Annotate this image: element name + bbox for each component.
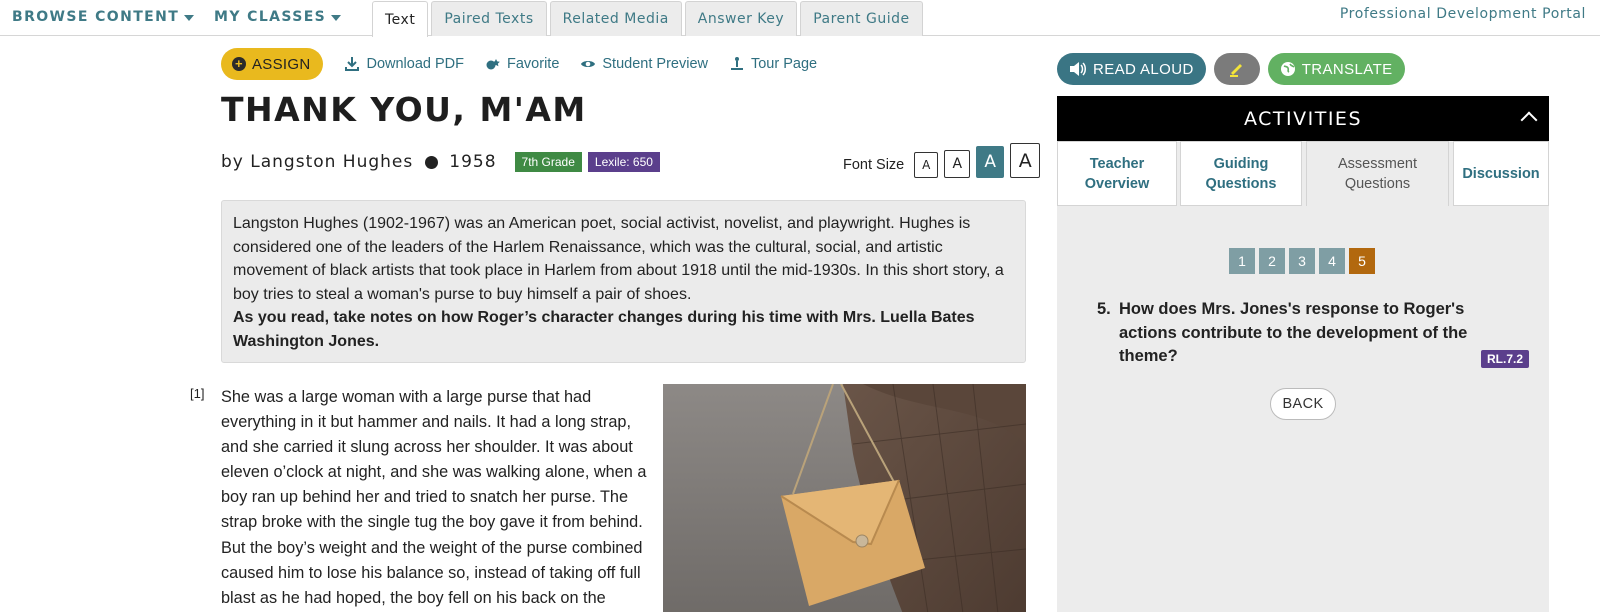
tab-assessment-questions[interactable]: Assessment Questions [1306, 141, 1449, 206]
student-preview-label: Student Preview [602, 56, 708, 72]
font-size-large-button[interactable]: A [976, 145, 1005, 178]
chevron-down-icon [184, 15, 195, 21]
student-preview-link[interactable]: Student Preview [580, 56, 708, 72]
tab-answer-key[interactable]: Answer Key [684, 1, 798, 36]
font-size-control: Font Size A A A A [843, 143, 1041, 178]
back-button[interactable]: BACK [1270, 388, 1336, 420]
my-classes-label: MY CLASSES [214, 9, 327, 25]
tab-teacher-overview[interactable]: Teacher Overview [1057, 141, 1177, 206]
top-navigation: BROWSE CONTENT MY CLASSES Text Paired Te… [0, 0, 1600, 37]
font-size-medium-button[interactable]: A [944, 149, 971, 178]
text-toolbar: + ASSIGN Download PDF Favorite Student P… [221, 48, 817, 80]
question-text: How does Mrs. Jones's response to Roger'… [1119, 300, 1468, 365]
tour-page-label: Tour Page [750, 56, 818, 72]
activities-header[interactable]: ACTIVITIES [1057, 96, 1549, 141]
tab-text[interactable]: Text [372, 1, 429, 37]
my-classes-menu[interactable]: MY CLASSES [214, 9, 342, 25]
separator-dot [425, 155, 439, 169]
tab-related-media[interactable]: Related Media [549, 1, 682, 36]
chevron-up-icon[interactable] [1520, 111, 1538, 129]
tour-page-link[interactable]: Tour Page [729, 56, 817, 72]
question-number: 5. [1097, 300, 1111, 318]
professional-development-link[interactable]: Professional Development Portal [1340, 6, 1586, 22]
purse-photo [663, 384, 1026, 612]
favorite-label: Favorite [507, 56, 560, 72]
author: by Langston Hughes [221, 152, 414, 172]
browse-content-menu[interactable]: BROWSE CONTENT [12, 9, 195, 25]
translate-button[interactable]: TRANSLATE [1267, 53, 1405, 85]
chevron-down-icon [331, 15, 342, 21]
favorite-icon [486, 59, 500, 70]
download-pdf-link[interactable]: Download PDF [344, 56, 464, 72]
reading-tools: READ ALOUD TRANSLATE [1057, 53, 1405, 85]
question-4-button[interactable]: 4 [1319, 248, 1345, 274]
eye-icon [581, 61, 596, 67]
font-size-small-button[interactable]: A [914, 151, 939, 178]
introduction-text: Langston Hughes (1902-1967) was an Ameri… [233, 215, 1004, 303]
byline: by Langston Hughes 1958 7th Grade Lexile… [221, 152, 660, 172]
question-1-button[interactable]: 1 [1229, 248, 1255, 274]
publication-year: 1958 [449, 152, 497, 172]
tab-parent-guide[interactable]: Parent Guide [800, 1, 923, 36]
favorite-link[interactable]: Favorite [485, 56, 559, 72]
plus-icon: + [232, 57, 246, 71]
reading-prompt: As you read, take notes on how Roger’s c… [233, 309, 975, 350]
download-pdf-label: Download PDF [366, 56, 464, 72]
tab-discussion[interactable]: Discussion [1453, 141, 1549, 206]
story-paragraph: She was a large woman with a large purse… [221, 388, 647, 607]
assign-button[interactable]: + ASSIGN [221, 48, 324, 80]
read-aloud-label: READ ALOUD [1093, 60, 1194, 78]
question-3-button[interactable]: 3 [1289, 248, 1315, 274]
speaker-icon [1070, 62, 1086, 76]
assign-label: ASSIGN [252, 55, 311, 73]
download-icon [345, 57, 360, 71]
grade-badge: 7th Grade [514, 152, 582, 172]
highlighter-icon [1229, 64, 1242, 77]
font-size-xlarge-button[interactable]: A [1010, 143, 1041, 178]
question-pagination: 1 2 3 4 5 [1229, 248, 1375, 274]
globe-icon [1280, 62, 1295, 76]
read-aloud-button[interactable]: READ ALOUD [1057, 53, 1206, 85]
tab-guiding-questions[interactable]: Guiding Questions [1180, 141, 1302, 206]
activities-title: ACTIVITIES [1243, 107, 1362, 130]
introduction-box: Langston Hughes (1902-1967) was an Ameri… [221, 200, 1026, 363]
text-title: THANK YOU, M'AM [221, 90, 587, 129]
activity-tabs: Teacher Overview Guiding Questions Asses… [1057, 141, 1549, 206]
purse-illustration [663, 384, 1026, 612]
tour-icon [730, 57, 743, 70]
standard-badge: RL.7.2 [1481, 350, 1530, 368]
assessment-question: 5. How does Mrs. Jones's response to Rog… [1097, 298, 1517, 369]
browse-content-label: BROWSE CONTENT [12, 9, 180, 25]
tab-paired-texts[interactable]: Paired Texts [431, 1, 547, 36]
translate-label: TRANSLATE [1301, 60, 1393, 78]
lexile-badge: Lexile: 650 [587, 152, 660, 172]
annotate-button[interactable] [1213, 53, 1260, 85]
question-2-button[interactable]: 2 [1259, 248, 1285, 274]
paragraph-number: [1] [190, 386, 205, 401]
question-5-button[interactable]: 5 [1349, 248, 1375, 274]
font-size-label: Font Size [843, 156, 905, 173]
text-tabs: Text Paired Texts Related Media Answer K… [372, 1, 923, 37]
activities-panel: Teacher Overview Guiding Questions Asses… [1057, 141, 1549, 612]
